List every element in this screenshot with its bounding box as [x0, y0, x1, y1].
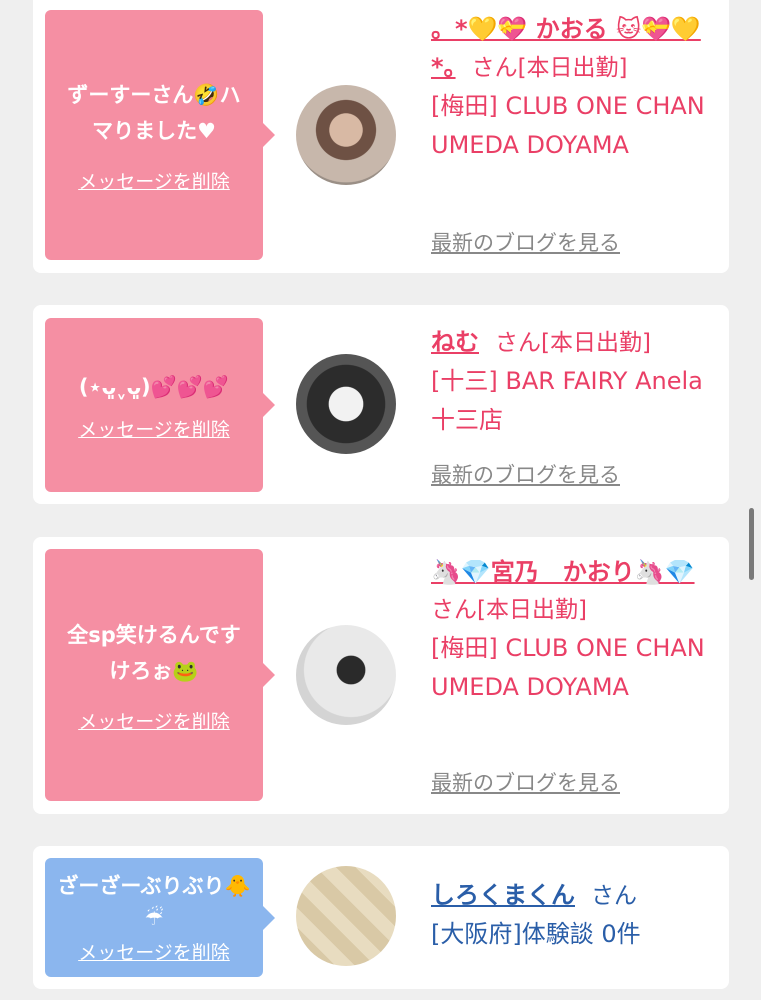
message-card: (⋆ᴗ͈ˬᴗ͈)💕💕💕 メッセージを削除 ねむ さん[本日出勤] [十三] BA…	[33, 305, 729, 504]
status-label: さん[本日出勤]	[471, 55, 628, 81]
message-text: ずーすーさん🤣ハマりました♥	[67, 82, 241, 143]
message-card: ずーすーさん🤣ハマりました♥ メッセージを削除 。*💛💝 かおる 🐱💝💛*。 さ…	[33, 0, 729, 273]
message-bubble: ざーざーぶりぶり🐥☔ メッセージを削除	[45, 858, 275, 977]
delete-message-link[interactable]: メッセージを削除	[78, 707, 230, 734]
blog-link[interactable]: 最新のブログを見る	[431, 227, 620, 257]
message-card: 全sp笑けるんですけろぉ🐸 メッセージを削除 🦄💎宮乃 かおり🦄💎 さん[本日出…	[33, 537, 729, 814]
blog-link[interactable]: 最新のブログを見る	[431, 767, 620, 797]
shop-name: [梅田] CLUB ONE CHAN UMEDA DOYAMA	[431, 92, 705, 159]
status-label: さん	[591, 883, 638, 909]
message-bubble: ずーすーさん🤣ハマりました♥ メッセージを削除	[45, 10, 275, 260]
cast-name-link[interactable]: ねむ	[431, 328, 479, 356]
shop-name: [大阪府]体験談 0件	[431, 920, 641, 948]
avatar[interactable]	[296, 85, 396, 185]
avatar[interactable]	[296, 866, 396, 966]
delete-message-link[interactable]: メッセージを削除	[78, 415, 230, 442]
message-text: (⋆ᴗ͈ˬᴗ͈)💕💕💕	[78, 374, 230, 399]
blog-link[interactable]: 最新のブログを見る	[431, 459, 620, 489]
status-label: さん[本日出勤]	[495, 330, 651, 356]
delete-message-link[interactable]: メッセージを削除	[78, 167, 230, 194]
message-card: ざーざーぶりぶり🐥☔ メッセージを削除 しろくまくん さん [大阪府]体験談 0…	[33, 846, 729, 989]
message-text: ざーざーぶりぶり🐥☔	[57, 874, 251, 930]
avatar[interactable]	[296, 354, 396, 454]
shop-name: [十三] BAR FAIRY Anela 十三店	[431, 367, 703, 434]
scrollbar[interactable]	[749, 508, 754, 580]
avatar[interactable]	[296, 625, 396, 725]
message-bubble: (⋆ᴗ͈ˬᴗ͈)💕💕💕 メッセージを削除	[45, 318, 275, 492]
message-text: 全sp笑けるんですけろぉ🐸	[67, 622, 241, 683]
shop-name: [梅田] CLUB ONE CHAN UMEDA DOYAMA	[431, 634, 705, 701]
delete-message-link[interactable]: メッセージを削除	[78, 938, 230, 965]
status-label: さん[本日出勤]	[431, 597, 587, 623]
message-bubble: 全sp笑けるんですけろぉ🐸 メッセージを削除	[45, 549, 275, 801]
cast-name-link[interactable]: しろくまくん	[431, 881, 575, 909]
cast-name-link[interactable]: 🦄💎宮乃 かおり🦄💎	[431, 558, 695, 586]
